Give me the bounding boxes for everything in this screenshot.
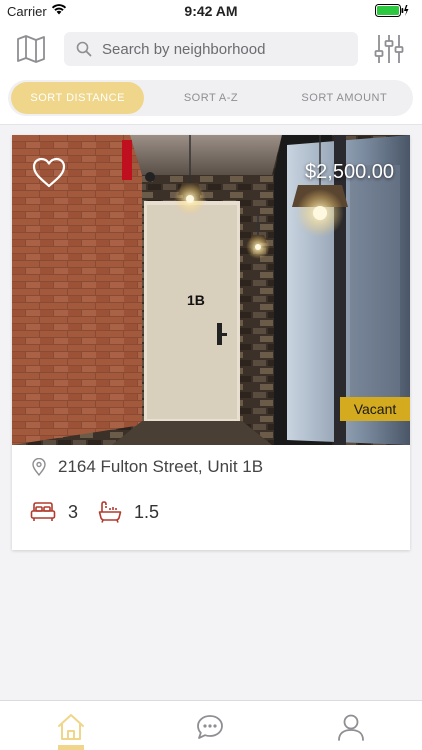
- listing-photo: 1B $2,500.00 Vacant: [12, 135, 410, 445]
- listing-address: 2164 Fulton Street, Unit 1B: [58, 457, 264, 476]
- favorite-heart-icon[interactable]: [32, 157, 66, 189]
- tab-home[interactable]: [56, 713, 86, 741]
- search-input[interactable]: [102, 32, 352, 66]
- door-number: 1B: [187, 292, 205, 308]
- tab-bar: [0, 700, 422, 750]
- bathrooms-count: 1.5: [134, 501, 160, 522]
- filter-button[interactable]: [374, 33, 404, 65]
- search-bar[interactable]: [64, 32, 358, 66]
- search-icon: [76, 41, 92, 57]
- vacancy-badge: Vacant: [340, 397, 410, 421]
- sort-a-z-tab[interactable]: SORT A-Z: [144, 82, 277, 114]
- sort-segmented-control: SORT DISTANCE SORT A-Z SORT AMOUNT: [8, 80, 413, 116]
- clock: 9:42 AM: [184, 3, 238, 19]
- listing-price: $2,500.00: [305, 161, 394, 183]
- bedrooms-spec: 3: [30, 501, 78, 523]
- bed-icon: [30, 502, 56, 521]
- chat-icon: [197, 715, 223, 739]
- listing-specs: 3 1.5: [30, 501, 179, 523]
- sort-distance-tab[interactable]: SORT DISTANCE: [11, 82, 145, 114]
- map-icon: [17, 35, 45, 63]
- active-tab-indicator: [58, 745, 84, 750]
- bathrooms-spec: 1.5: [98, 501, 159, 523]
- sliders-icon: [374, 35, 404, 63]
- battery-icon: [375, 4, 409, 17]
- listing-card[interactable]: 1B $2,500.00 Vacant 2164 Fulton Street, …: [12, 135, 410, 550]
- address-row: 2164 Fulton Street, Unit 1B: [32, 457, 263, 477]
- status-bar: Carrier 9:42 AM: [0, 0, 422, 22]
- tab-messages[interactable]: [195, 713, 225, 741]
- map-view-button[interactable]: [16, 35, 46, 63]
- location-pin-icon: [32, 458, 46, 476]
- sort-amount-tab[interactable]: SORT AMOUNT: [278, 82, 411, 114]
- tab-profile[interactable]: [336, 713, 366, 741]
- bathtub-icon: [98, 501, 122, 523]
- bedrooms-count: 3: [68, 501, 79, 522]
- home-icon: [58, 714, 84, 740]
- listing-list: 1B $2,500.00 Vacant 2164 Fulton Street, …: [0, 124, 422, 700]
- profile-icon: [338, 714, 364, 741]
- header: [0, 22, 422, 76]
